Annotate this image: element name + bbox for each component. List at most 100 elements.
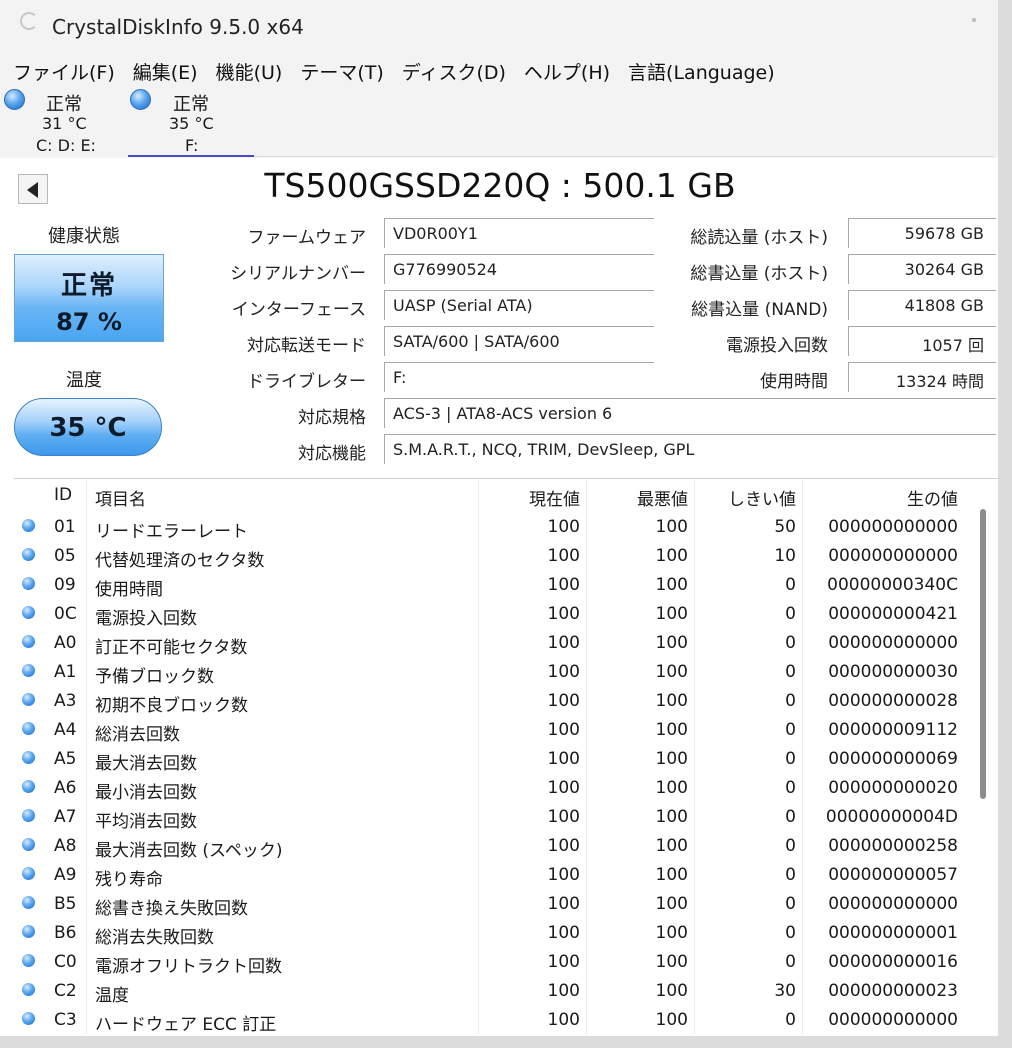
status-orb-icon: [22, 664, 35, 677]
table-row[interactable]: A3 初期不良ブロック数 100 100 0 000000000028: [14, 685, 998, 716]
menu-disk[interactable]: ディスク(D): [393, 56, 515, 86]
menu-file[interactable]: ファイル(F): [4, 56, 124, 86]
header-threshold[interactable]: しきい値: [728, 485, 796, 510]
attr-current: 100: [547, 865, 580, 885]
table-row[interactable]: A9 残り寿命 100 100 0 000000000057: [14, 859, 998, 890]
table-row[interactable]: C3 ハードウェア ECC 訂正 100 100 0 000000000000: [14, 1004, 998, 1034]
health-percent: 87 %: [56, 308, 122, 336]
attr-id: 05: [54, 546, 76, 566]
disk-tab-status: 正常: [46, 94, 82, 115]
attr-raw: 000000000000: [828, 517, 958, 537]
header-current[interactable]: 現在値: [529, 485, 580, 510]
disk-tab-2[interactable]: 正常 35 °C F:: [128, 88, 252, 158]
attr-id: B5: [54, 894, 77, 914]
features-value: S.M.A.R.T., NCQ, TRIM, DevSleep, GPL: [384, 434, 996, 464]
health-status-button[interactable]: 正常 87 %: [14, 254, 164, 342]
host-reads-label: 総読込量 (ホスト): [690, 228, 828, 248]
attr-threshold: 0: [785, 894, 796, 914]
attr-worst: 100: [655, 981, 688, 1001]
attr-raw: 000000000000: [828, 894, 958, 914]
header-id[interactable]: ID: [54, 485, 72, 505]
temperature-label: 温度: [66, 370, 102, 391]
host-writes-value: 30264 GB: [848, 254, 996, 284]
attr-worst: 100: [655, 633, 688, 653]
previous-disk-button[interactable]: [18, 174, 48, 204]
attr-id: C3: [54, 1010, 77, 1030]
menu-language[interactable]: 言語(Language): [619, 56, 784, 86]
title-bar: CrystalDiskInfo 9.5.0 x64: [0, 0, 998, 52]
attr-current: 100: [547, 981, 580, 1001]
header-worst[interactable]: 最悪値: [637, 485, 688, 510]
attr-threshold: 50: [774, 517, 796, 537]
table-row[interactable]: C0 電源オフリトラクト回数 100 100 0 000000000016: [14, 946, 998, 977]
serial-value: G776990524: [384, 254, 654, 284]
attr-id: B6: [54, 923, 77, 943]
attr-raw: 00000000004D: [825, 807, 958, 827]
attr-id: 01: [54, 517, 76, 537]
attr-raw: 000000000069: [828, 749, 958, 769]
attr-worst: 100: [655, 691, 688, 711]
table-row[interactable]: 09 使用時間 100 100 0 00000000340C: [14, 569, 998, 600]
attr-threshold: 10: [774, 546, 796, 566]
header-raw[interactable]: 生の値: [907, 485, 958, 510]
attr-raw: 000000000000: [828, 546, 958, 566]
disk-tab-1[interactable]: 正常 31 °C C: D: E:: [0, 88, 124, 158]
table-row[interactable]: 05 代替処理済のセクタ数 100 100 10 000000000000: [14, 540, 998, 571]
attr-worst: 100: [655, 807, 688, 827]
attr-id: A3: [54, 691, 77, 711]
table-row[interactable]: A0 訂正不可能セクタ数 100 100 0 000000000000: [14, 627, 998, 658]
nand-writes-value: 41808 GB: [848, 290, 996, 320]
features-label: 対応機能: [298, 444, 366, 464]
menu-edit[interactable]: 編集(E): [124, 56, 207, 86]
serial-label: シリアルナンバー: [230, 264, 366, 284]
table-row[interactable]: A6 最小消去回数 100 100 0 000000000020: [14, 772, 998, 803]
status-orb-icon: [22, 954, 35, 967]
table-row[interactable]: A1 予備ブロック数 100 100 0 000000000030: [14, 656, 998, 687]
attr-worst: 100: [655, 894, 688, 914]
attr-current: 100: [547, 546, 580, 566]
table-row[interactable]: B5 総書き換え失敗回数 100 100 0 000000000000: [14, 888, 998, 919]
smart-attributes-table: ID 項目名 現在値 最悪値 しきい値 生の値 01 リードエラーレート 100 10…: [14, 478, 998, 1034]
power-on-count-value: 1057 回: [848, 326, 996, 356]
attr-worst: 100: [655, 778, 688, 798]
attr-worst: 100: [655, 1010, 688, 1030]
header-name[interactable]: 項目名: [95, 485, 146, 510]
attr-id: A6: [54, 778, 77, 798]
attr-worst: 100: [655, 720, 688, 740]
table-row[interactable]: 01 リードエラーレート 100 100 50 000000000000: [14, 511, 998, 542]
disk-tab-drives: F:: [185, 136, 199, 155]
menu-function[interactable]: 機能(U): [207, 56, 292, 86]
attr-threshold: 0: [785, 836, 796, 856]
drive-letter-value: F:: [384, 362, 654, 392]
menu-help[interactable]: ヘルプ(H): [515, 56, 619, 86]
attr-raw: 000000000020: [828, 778, 958, 798]
table-row[interactable]: 0C 電源投入回数 100 100 0 000000000421: [14, 598, 998, 629]
transfer-mode-label: 対応転送モード: [247, 336, 366, 356]
scrollbar-thumb[interactable]: [980, 509, 986, 799]
attr-current: 100: [547, 575, 580, 595]
table-row[interactable]: C2 温度 100 100 30 000000000023: [14, 975, 998, 1006]
menu-theme[interactable]: テーマ(T): [291, 56, 392, 86]
temperature-button[interactable]: 35 °C: [14, 398, 162, 456]
selected-tab-indicator: [128, 155, 254, 157]
health-status-orb-icon: [4, 89, 25, 110]
status-orb-icon: [22, 751, 35, 764]
disk-tab-temp: 31 °C: [42, 114, 87, 133]
drive-letter-label: ドライブレター: [247, 372, 366, 392]
table-body: 01 リードエラーレート 100 100 50 000000000000 05 代替処理済のセ…: [14, 511, 998, 1034]
attr-threshold: 0: [785, 952, 796, 972]
table-row[interactable]: B6 総消去失敗回数 100 100 0 000000000001: [14, 917, 998, 948]
host-reads-value: 59678 GB: [848, 218, 996, 248]
interface-label: インターフェース: [231, 300, 366, 320]
status-orb-icon: [22, 780, 35, 793]
attr-worst: 100: [655, 923, 688, 943]
table-row[interactable]: A4 総消去回数 100 100 0 000000009112: [14, 714, 998, 745]
firmware-value: VD0R00Y1: [384, 218, 654, 248]
attr-id: A0: [54, 633, 77, 653]
table-row[interactable]: A8 最大消去回数 (スペック) 100 100 0 000000000258: [14, 830, 998, 861]
attr-raw: 000000000258: [828, 836, 958, 856]
table-row[interactable]: A7 平均消去回数 100 100 0 00000000004D: [14, 801, 998, 832]
attr-worst: 100: [655, 865, 688, 885]
attr-raw: 000000000000: [828, 1010, 958, 1030]
table-row[interactable]: A5 最大消去回数 100 100 0 000000000069: [14, 743, 998, 774]
